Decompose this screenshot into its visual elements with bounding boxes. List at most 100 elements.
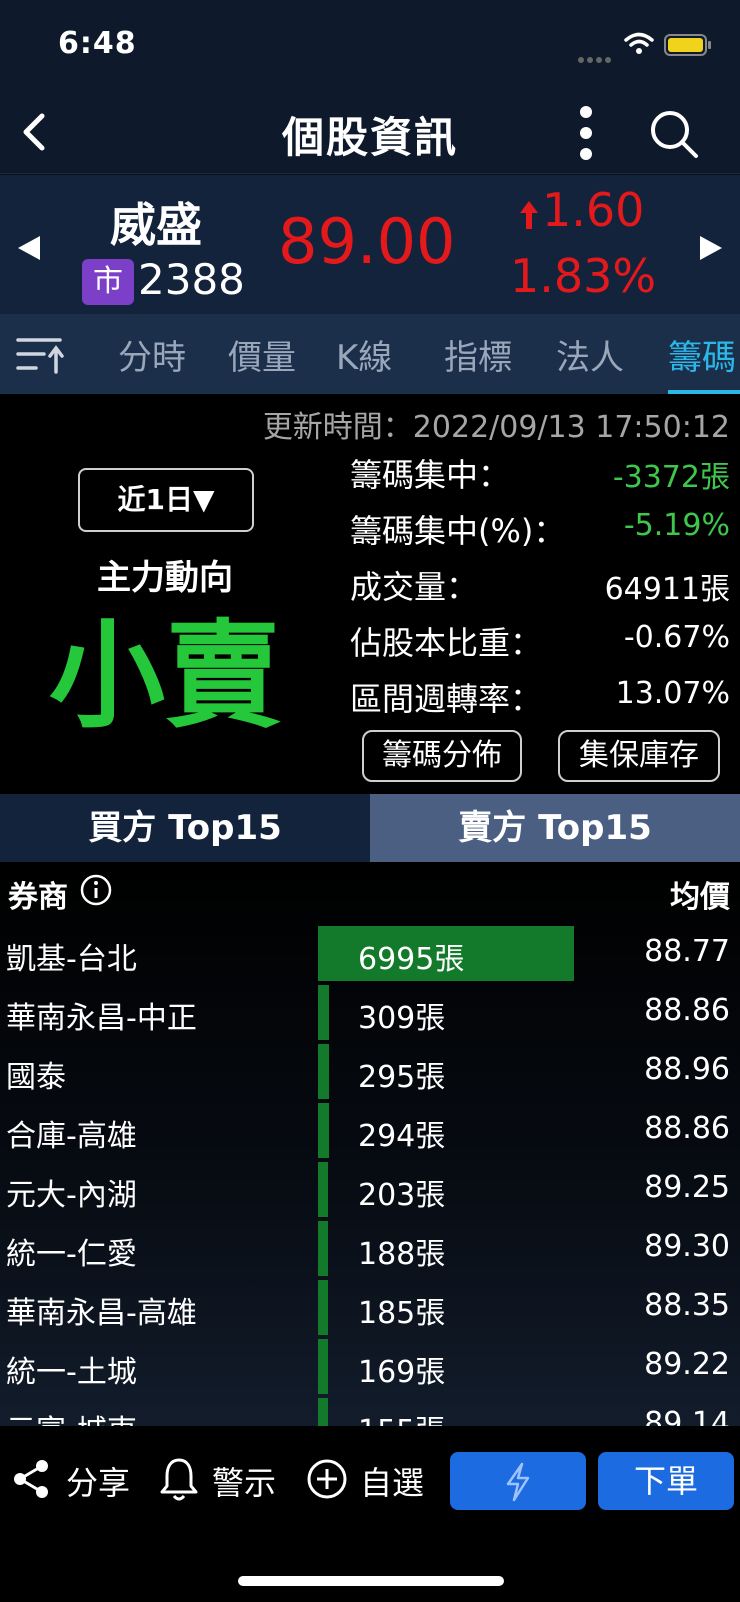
cellular-signal-icon	[578, 48, 614, 67]
period-select[interactable]: 近1日▼	[78, 468, 254, 532]
volume-value: 203張	[358, 1178, 446, 1213]
stat-value: -5.19%	[623, 508, 730, 543]
price-change: 1.60	[542, 183, 645, 237]
info-icon[interactable]	[80, 874, 112, 906]
chip-distribution-button[interactable]: 籌碼分佈	[362, 730, 522, 782]
volume-bar	[318, 1044, 329, 1099]
tab-menu-icon[interactable]	[16, 332, 66, 376]
tab-sellers-top15[interactable]: 賣方 Top15	[370, 794, 740, 862]
volume-value: 185張	[358, 1296, 446, 1331]
broker-name: 統一-仁愛	[6, 1237, 137, 1272]
quick-trade-button[interactable]	[450, 1452, 586, 1510]
alert-label[interactable]: 警示	[212, 1458, 276, 1504]
broker-name: 華南永昌-中正	[6, 1001, 197, 1036]
place-order-button[interactable]: 下單	[598, 1452, 734, 1510]
search-icon[interactable]	[648, 108, 700, 160]
broker-name: 元富-城東	[6, 1406, 137, 1426]
tab-bar: 分時 價量 K線 指標 法人 籌碼	[0, 314, 740, 394]
home-indicator	[238, 1576, 504, 1586]
stock-name: 威盛	[110, 198, 202, 252]
avg-price-value: 88.86	[644, 1111, 730, 1146]
tab-intraday[interactable]: 分時	[118, 330, 186, 379]
share-icon[interactable]	[12, 1458, 52, 1500]
bell-icon[interactable]	[158, 1456, 200, 1502]
volume-value: 295張	[358, 1060, 446, 1095]
buy-sell-tabs: 買方 Top15 賣方 Top15	[0, 794, 740, 862]
volume-bar	[318, 985, 329, 1040]
stat-value: -3372張	[612, 460, 730, 495]
volume-bar	[318, 1339, 328, 1394]
broker-name: 元大-內湖	[6, 1178, 137, 1213]
volume-value: 188張	[358, 1237, 446, 1272]
update-time: 更新時間：2022/09/13 17:50:12	[262, 410, 730, 445]
price-change-percent: 1.83%	[510, 249, 657, 303]
stock-header: 威盛 市 2388 89.00 1.60 1.83%	[0, 175, 740, 314]
navigation-bar: 個股資訊	[0, 90, 740, 174]
tab-k-line[interactable]: K線	[336, 330, 392, 379]
main-force-label: 主力動向	[97, 558, 233, 598]
volume-value: 294張	[358, 1119, 446, 1154]
volume-bar	[318, 1162, 328, 1217]
stat-label: 佔股本比重：	[350, 624, 543, 662]
table-row[interactable]: 統一-土城 169張 89.22	[0, 1337, 740, 1396]
avg-price-value: 88.86	[644, 993, 730, 1028]
tab-institutional[interactable]: 法人	[556, 330, 624, 379]
volume-bar	[318, 1398, 328, 1426]
up-arrow-icon	[520, 201, 538, 229]
table-row[interactable]: 國泰 295張 88.96	[0, 1042, 740, 1101]
stat-label: 區間週轉率：	[350, 680, 543, 718]
broker-name: 國泰	[6, 1060, 66, 1095]
avg-price-value: 89.30	[644, 1229, 730, 1264]
table-row[interactable]: 合庫-高雄 294張 88.86	[0, 1101, 740, 1160]
volume-bar	[318, 1103, 329, 1158]
table-row[interactable]: 元富-城東 155張 89.14	[0, 1396, 740, 1426]
volume-bar	[318, 1280, 328, 1335]
lightning-icon	[506, 1462, 530, 1502]
table-row[interactable]: 華南永昌-高雄 185張 88.35	[0, 1278, 740, 1337]
broker-table: 券商 均價 凱基-台北 6995張 88.77 華南永昌-中正 309張 88.86 國泰 2…	[0, 862, 740, 1426]
next-stock-icon[interactable]	[696, 233, 726, 263]
avg-price-value: 89.25	[644, 1170, 730, 1205]
share-label[interactable]: 分享	[66, 1458, 130, 1504]
table-row[interactable]: 華南永昌-中正 309張 88.86	[0, 983, 740, 1042]
avg-price-value: 89.22	[644, 1347, 730, 1382]
avg-price-value: 88.35	[644, 1288, 730, 1323]
broker-name: 統一-土城	[6, 1355, 137, 1390]
avg-price-column-header: 均價	[670, 880, 730, 915]
custody-inventory-button[interactable]: 集保庫存	[558, 730, 720, 782]
broker-column-header: 券商	[8, 880, 68, 915]
previous-stock-icon[interactable]	[14, 233, 44, 263]
stat-label: 成交量：	[350, 568, 479, 606]
status-time: 6:48	[58, 26, 137, 61]
stat-value: 64911張	[604, 572, 730, 607]
broker-name: 合庫-高雄	[6, 1119, 137, 1154]
battery-icon	[664, 34, 711, 56]
tab-price-volume[interactable]: 價量	[228, 330, 296, 379]
avg-price-value: 88.96	[644, 1052, 730, 1087]
table-row[interactable]: 統一-仁愛 188張 89.30	[0, 1219, 740, 1278]
tab-buyers-top15[interactable]: 買方 Top15	[0, 794, 370, 862]
tab-indicators[interactable]: 指標	[444, 330, 512, 379]
stat-label: 籌碼集中(%)：	[350, 512, 566, 550]
broker-name: 華南永昌-高雄	[6, 1296, 197, 1331]
chip-summary-panel: 更新時間：2022/09/13 17:50:12 近1日▼ 主力動向 小賣 籌碼…	[0, 394, 740, 794]
tab-chips[interactable]: 籌碼	[668, 330, 736, 379]
table-row[interactable]: 凱基-台北 6995張 88.77	[0, 924, 740, 983]
page-title: 個股資訊	[281, 113, 458, 162]
volume-value: 155張	[358, 1406, 445, 1426]
stat-value: -0.67%	[623, 620, 730, 655]
market-badge: 市	[82, 259, 134, 305]
volume-value: 169張	[358, 1355, 446, 1390]
more-options-icon[interactable]	[576, 104, 596, 162]
broker-name: 凱基-台北	[6, 942, 137, 977]
add-circle-icon[interactable]	[306, 1458, 348, 1500]
volume-value: 6995張	[358, 942, 465, 977]
bottom-action-bar: 分享 警示 自選 下單	[0, 1426, 740, 1602]
status-bar: 6:48	[0, 0, 740, 90]
avg-price-value: 89.14	[644, 1406, 730, 1426]
volume-value: 309張	[358, 1001, 446, 1036]
volume-bar	[318, 1221, 328, 1276]
table-row[interactable]: 元大-內湖 203張 89.25	[0, 1160, 740, 1219]
stat-value: 13.07%	[615, 676, 730, 711]
watchlist-label[interactable]: 自選	[360, 1458, 424, 1504]
